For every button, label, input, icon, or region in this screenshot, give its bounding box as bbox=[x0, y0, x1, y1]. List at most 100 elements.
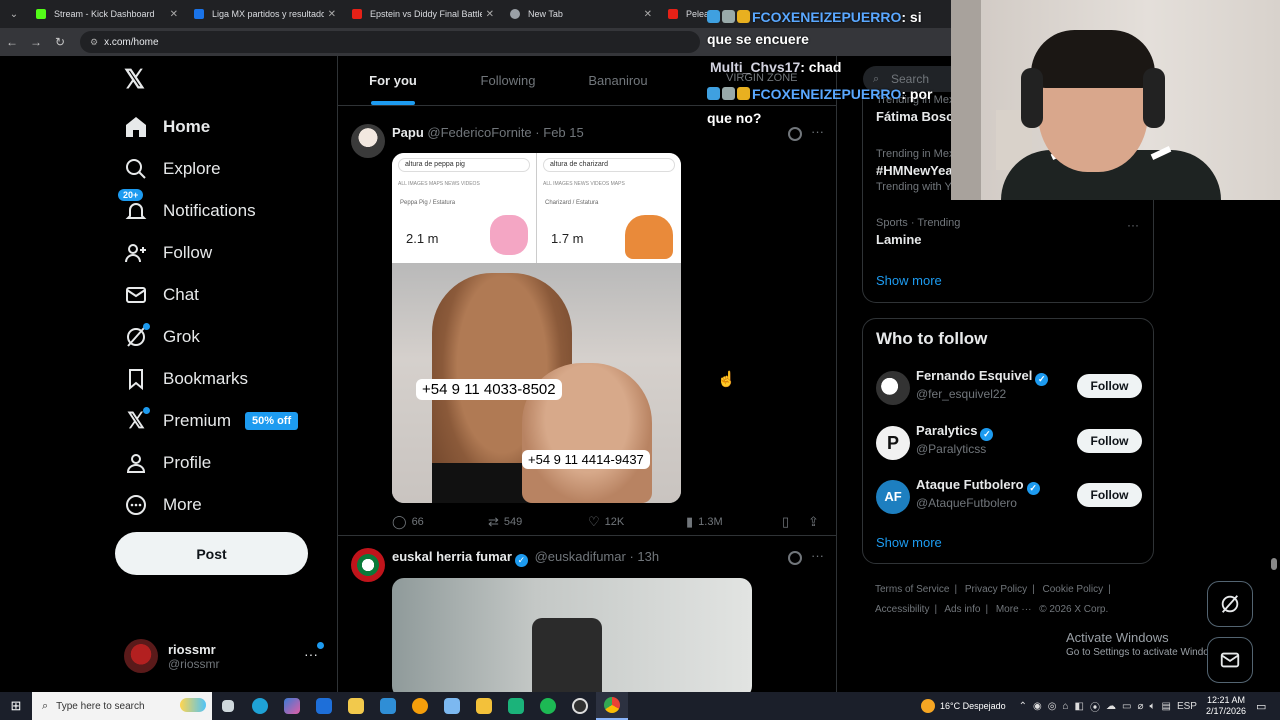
tray-app-icon[interactable]: ⦿ bbox=[1090, 699, 1100, 714]
close-tab-icon[interactable]: ✕ bbox=[486, 9, 494, 20]
avatar[interactable] bbox=[351, 124, 385, 158]
outlook-icon[interactable] bbox=[308, 692, 340, 720]
tweet-time[interactable]: Feb 15 bbox=[543, 125, 583, 140]
tweet[interactable]: euskal herria fumar ✓ @euskadifumar · 13h… bbox=[338, 538, 836, 692]
tweet-image[interactable]: altura de peppa pig ALL IMAGES MAPS NEWS… bbox=[392, 153, 681, 503]
url-input[interactable]: ⚙ x.com/home bbox=[80, 31, 700, 53]
tray-app-icon[interactable]: ◎ bbox=[1048, 701, 1057, 712]
tray-app-icon[interactable]: ☁ bbox=[1106, 701, 1116, 712]
close-tab-icon[interactable]: ✕ bbox=[170, 9, 178, 20]
tray-app-icon[interactable]: ◉ bbox=[1033, 701, 1042, 712]
avatar[interactable] bbox=[351, 548, 385, 582]
tray-app-icon[interactable]: ⌂ bbox=[1063, 701, 1069, 712]
site-info-icon[interactable]: ⚙ bbox=[90, 37, 98, 48]
author-name[interactable]: Papu bbox=[392, 125, 424, 140]
post-button[interactable]: Post bbox=[115, 532, 308, 575]
grok-fab-button[interactable] bbox=[1207, 581, 1253, 627]
more-dots-icon[interactable]: ··· bbox=[1127, 218, 1139, 232]
nav-premium[interactable]: 𝕏 Premium 50% off bbox=[124, 401, 299, 441]
browser-tab[interactable]: Liga MX partidos y resultados 2 ✕ bbox=[186, 0, 344, 28]
author-handle[interactable]: @FedericoFornite bbox=[427, 125, 531, 140]
chrome-icon[interactable] bbox=[596, 692, 628, 720]
obs-app-icon[interactable] bbox=[404, 692, 436, 720]
browser-tab[interactable]: Stream - Kick Dashboard ✕ bbox=[28, 0, 186, 28]
tab-search-icon[interactable]: ⌄ bbox=[0, 0, 28, 28]
repost-button[interactable]: ⇄ 549 bbox=[488, 514, 522, 530]
x-logo-icon[interactable]: 𝕏 bbox=[124, 66, 150, 92]
spotify-icon[interactable] bbox=[532, 692, 564, 720]
scrollbar-thumb[interactable] bbox=[1271, 558, 1277, 570]
close-tab-icon[interactable]: ✕ bbox=[328, 9, 336, 20]
show-more-link[interactable]: Show more bbox=[876, 273, 942, 288]
follow-button[interactable]: Follow bbox=[1077, 429, 1142, 453]
show-more-link[interactable]: Show more bbox=[876, 535, 942, 550]
nav-bookmarks[interactable]: Bookmarks bbox=[124, 359, 248, 399]
trend-item[interactable]: Trending in Mex #HMNewYea Trending with … bbox=[876, 148, 954, 193]
chevron-up-icon[interactable]: ⌃ bbox=[1019, 701, 1027, 712]
follow-button[interactable]: Follow bbox=[1077, 374, 1142, 398]
ads-info-link[interactable]: Ads info bbox=[944, 604, 980, 615]
reload-icon[interactable]: ↻ bbox=[48, 35, 72, 49]
nav-profile[interactable]: Profile bbox=[124, 443, 211, 483]
network-icon[interactable]: ▤ bbox=[1161, 701, 1170, 712]
obs-studio-icon[interactable] bbox=[564, 692, 596, 720]
terminal-icon[interactable] bbox=[500, 692, 532, 720]
privacy-link[interactable]: Privacy Policy bbox=[965, 584, 1027, 595]
tweet-image[interactable] bbox=[392, 578, 752, 692]
edge-icon[interactable] bbox=[244, 692, 276, 720]
taskbar-search-input[interactable]: ⌕ Type here to search bbox=[32, 692, 212, 720]
grok-explain-icon[interactable] bbox=[788, 551, 802, 565]
volume-icon[interactable]: 🔈︎ bbox=[1149, 701, 1155, 712]
like-button[interactable]: ♡ 12K bbox=[588, 514, 624, 530]
nav-follow[interactable]: Follow bbox=[124, 233, 212, 273]
follow-suggestion[interactable]: P Paralytics ✓ @Paralyticss Follow bbox=[876, 423, 1142, 465]
account-switcher[interactable]: riossmr @riossmr ··· bbox=[124, 638, 324, 674]
tweet-time[interactable]: 13h bbox=[637, 549, 659, 564]
forward-arrow-icon[interactable]: → bbox=[24, 35, 48, 49]
share-button[interactable]: ⇪ bbox=[808, 514, 824, 530]
author-name[interactable]: euskal herria fumar bbox=[392, 549, 512, 564]
tweet[interactable]: Papu @FedericoFornite · Feb 15 ··· altur… bbox=[338, 116, 836, 536]
tab-bananirou[interactable]: Bananirou bbox=[568, 56, 668, 105]
follow-suggestion[interactable]: Fernando Esquivel ✓ @fer_esquivel22 Follo… bbox=[876, 368, 1142, 410]
messages-fab-button[interactable] bbox=[1207, 637, 1253, 683]
close-tab-icon[interactable]: ✕ bbox=[644, 9, 652, 20]
weather-widget[interactable]: 16°C Despejado bbox=[920, 699, 1006, 713]
nav-grok[interactable]: Grok bbox=[124, 317, 200, 357]
bookmark-button[interactable]: ▯ bbox=[782, 514, 794, 530]
back-arrow-icon[interactable]: ← bbox=[0, 35, 24, 49]
more-dots-icon[interactable]: ··· bbox=[811, 548, 824, 563]
nav-more[interactable]: More bbox=[124, 485, 202, 525]
tab-following[interactable]: Following bbox=[448, 56, 568, 105]
cookie-link[interactable]: Cookie Policy bbox=[1043, 584, 1104, 595]
more-link[interactable]: More ··· bbox=[996, 604, 1032, 615]
tray-app-icon[interactable]: ◧ bbox=[1075, 701, 1084, 712]
nav-home[interactable]: Home bbox=[124, 107, 210, 147]
tray-app-icon[interactable]: ▭ bbox=[1122, 701, 1131, 712]
reply-button[interactable]: ◯ 66 bbox=[392, 514, 424, 530]
views-button[interactable]: ▮ 1.3M bbox=[686, 514, 723, 530]
task-view-icon[interactable] bbox=[212, 692, 244, 720]
author-handle[interactable]: @euskadifumar bbox=[535, 549, 626, 564]
file-explorer-icon[interactable] bbox=[468, 692, 500, 720]
gallery-icon[interactable] bbox=[436, 692, 468, 720]
copilot-icon[interactable] bbox=[276, 692, 308, 720]
clock[interactable]: 12:21 AM 2/17/2026 bbox=[1206, 695, 1246, 717]
follow-suggestion[interactable]: AF Ataque Futbolero ✓ @AtaqueFutbolero Fo… bbox=[876, 477, 1142, 519]
nav-chat[interactable]: Chat bbox=[124, 275, 199, 315]
vscode-icon[interactable] bbox=[372, 692, 404, 720]
accessibility-link[interactable]: Accessibility bbox=[875, 604, 929, 615]
nav-notifications[interactable]: 20+ Notifications bbox=[118, 189, 256, 231]
nav-explore[interactable]: Explore bbox=[124, 149, 221, 189]
microphone-icon[interactable]: ⌀ bbox=[1137, 701, 1143, 712]
windows-start-icon[interactable]: ⊞ bbox=[0, 698, 32, 714]
language-indicator[interactable]: ESP bbox=[1177, 701, 1197, 712]
browser-tab[interactable]: Epstein vs Diddy Final Battle | A ✕ bbox=[344, 0, 502, 28]
store-icon[interactable] bbox=[340, 692, 372, 720]
tab-for-you[interactable]: For you bbox=[338, 56, 448, 105]
trend-item[interactable]: Sports · Trending Lamine bbox=[876, 217, 960, 247]
terms-link[interactable]: Terms of Service bbox=[875, 584, 949, 595]
more-dots-icon[interactable]: ··· bbox=[304, 642, 324, 662]
notification-center-icon[interactable]: ▭ bbox=[1256, 700, 1274, 713]
follow-button[interactable]: Follow bbox=[1077, 483, 1142, 507]
